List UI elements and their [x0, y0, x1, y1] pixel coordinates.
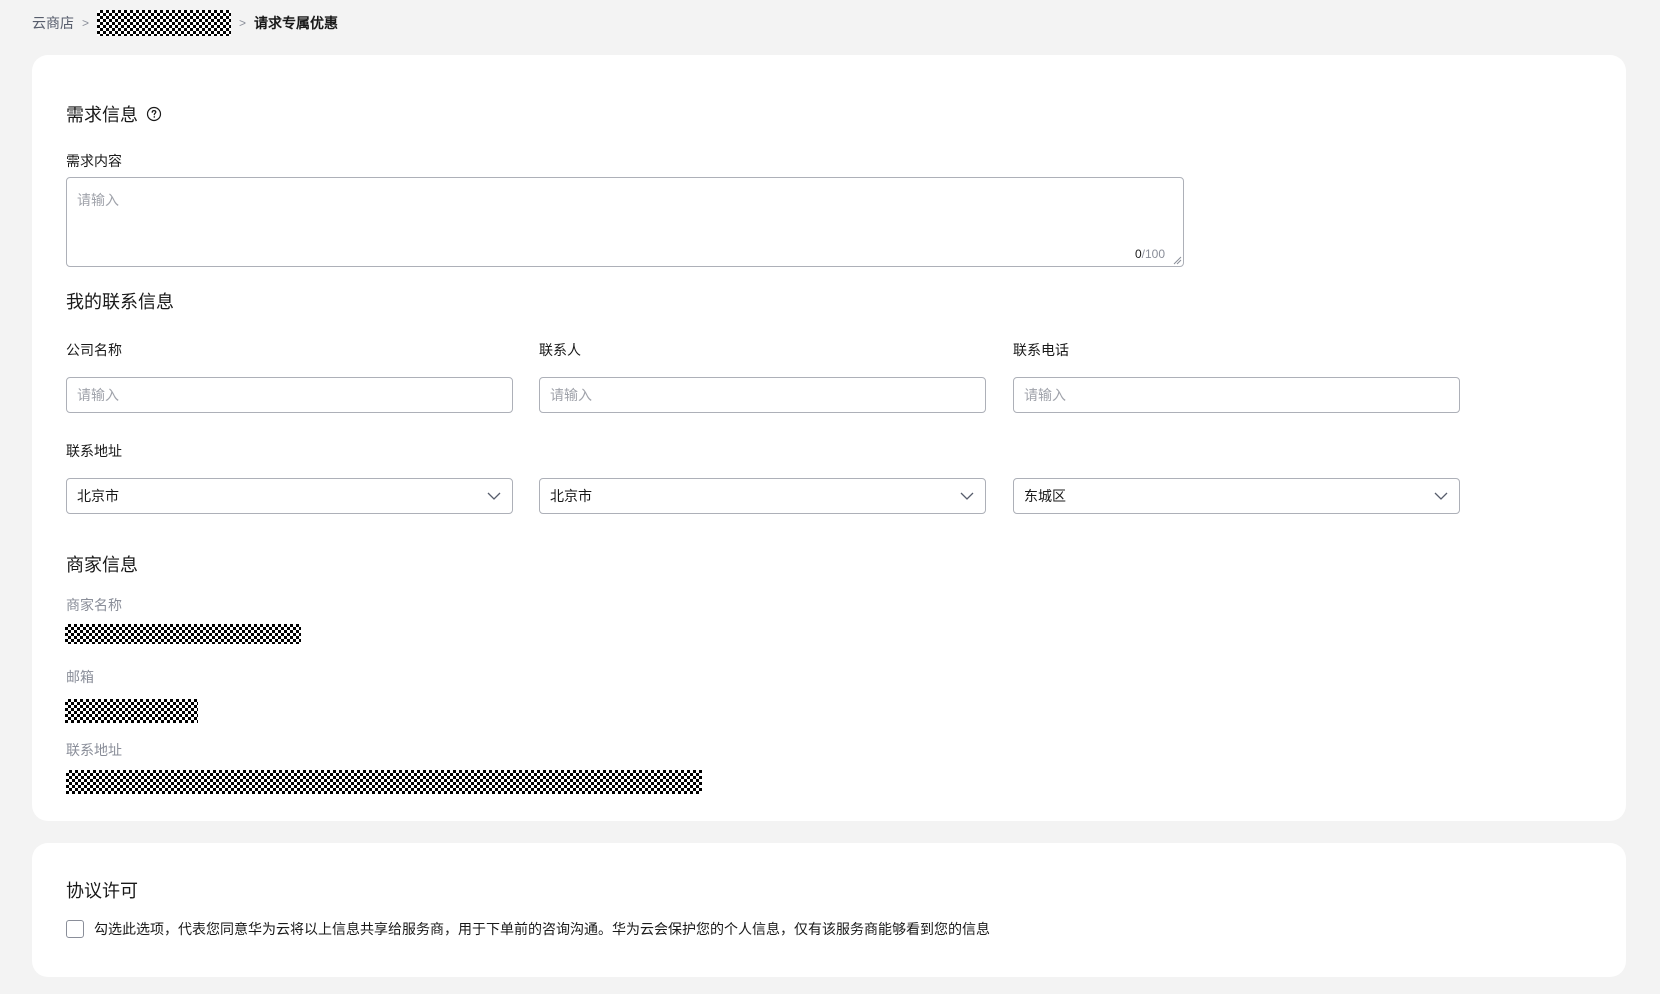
agreement-checkbox[interactable] [66, 920, 84, 938]
breadcrumb-separator: > [82, 16, 90, 30]
agreement-checkbox-text: 勾选此选项，代表您同意华为云将以上信息共享给服务商，用于下单前的咨询沟通。华为云… [94, 921, 990, 937]
company-name-label: 公司名称 [66, 342, 122, 358]
chevron-down-icon [487, 492, 501, 500]
agreement-card: 协议许可 勾选此选项，代表您同意华为云将以上信息共享给服务商，用于下单前的咨询沟… [32, 843, 1626, 977]
requirement-section-title: 需求信息 [66, 101, 162, 127]
merchant-address-label: 联系地址 [66, 742, 122, 758]
merchant-email-value-redacted [65, 699, 198, 723]
district-select-value: 东城区 [1024, 488, 1066, 504]
merchant-section-title: 商家信息 [66, 555, 138, 575]
breadcrumb-product-link-redacted[interactable] [97, 10, 232, 36]
contact-person-input[interactable] [539, 377, 986, 413]
breadcrumb-separator: > [239, 16, 247, 30]
contact-person-label: 联系人 [539, 342, 581, 358]
contact-section-title: 我的联系信息 [66, 292, 174, 312]
merchant-name-value-redacted [65, 624, 301, 644]
main-form-card: 需求信息 需求内容 0/100 我的联系信息 公司名称 联系人 联系电话 联系地… [32, 55, 1626, 821]
city-select[interactable]: 北京市 [539, 478, 986, 514]
breadcrumb-home-link[interactable]: 云商店 [32, 13, 74, 33]
requirement-content-field: 0/100 [66, 177, 1184, 267]
contact-phone-input[interactable] [1013, 377, 1460, 413]
agreement-section-title: 协议许可 [66, 881, 138, 901]
requirement-content-textarea[interactable] [67, 178, 1183, 266]
char-counter: 0/100 [1134, 247, 1165, 261]
city-select-value: 北京市 [550, 488, 592, 504]
district-select[interactable]: 东城区 [1013, 478, 1460, 514]
company-name-input[interactable] [66, 377, 513, 413]
question-circle-icon[interactable] [146, 106, 162, 122]
requirement-title-text: 需求信息 [66, 105, 138, 125]
breadcrumb: 云商店 > > 请求专属优惠 [32, 10, 339, 36]
resize-handle-icon[interactable] [1172, 255, 1182, 265]
chevron-down-icon [1434, 492, 1448, 500]
breadcrumb-current: 请求专属优惠 [254, 15, 339, 31]
contact-phone-label: 联系电话 [1013, 342, 1069, 358]
merchant-email-label: 邮箱 [66, 669, 94, 685]
province-select[interactable]: 北京市 [66, 478, 513, 514]
province-select-value: 北京市 [77, 488, 119, 504]
merchant-name-label: 商家名称 [66, 597, 122, 613]
merchant-address-value-redacted [66, 770, 702, 794]
chevron-down-icon [960, 492, 974, 500]
requirement-content-label: 需求内容 [66, 153, 122, 169]
agreement-row: 勾选此选项，代表您同意华为云将以上信息共享给服务商，用于下单前的咨询沟通。华为云… [66, 919, 990, 939]
contact-address-label: 联系地址 [66, 443, 122, 459]
